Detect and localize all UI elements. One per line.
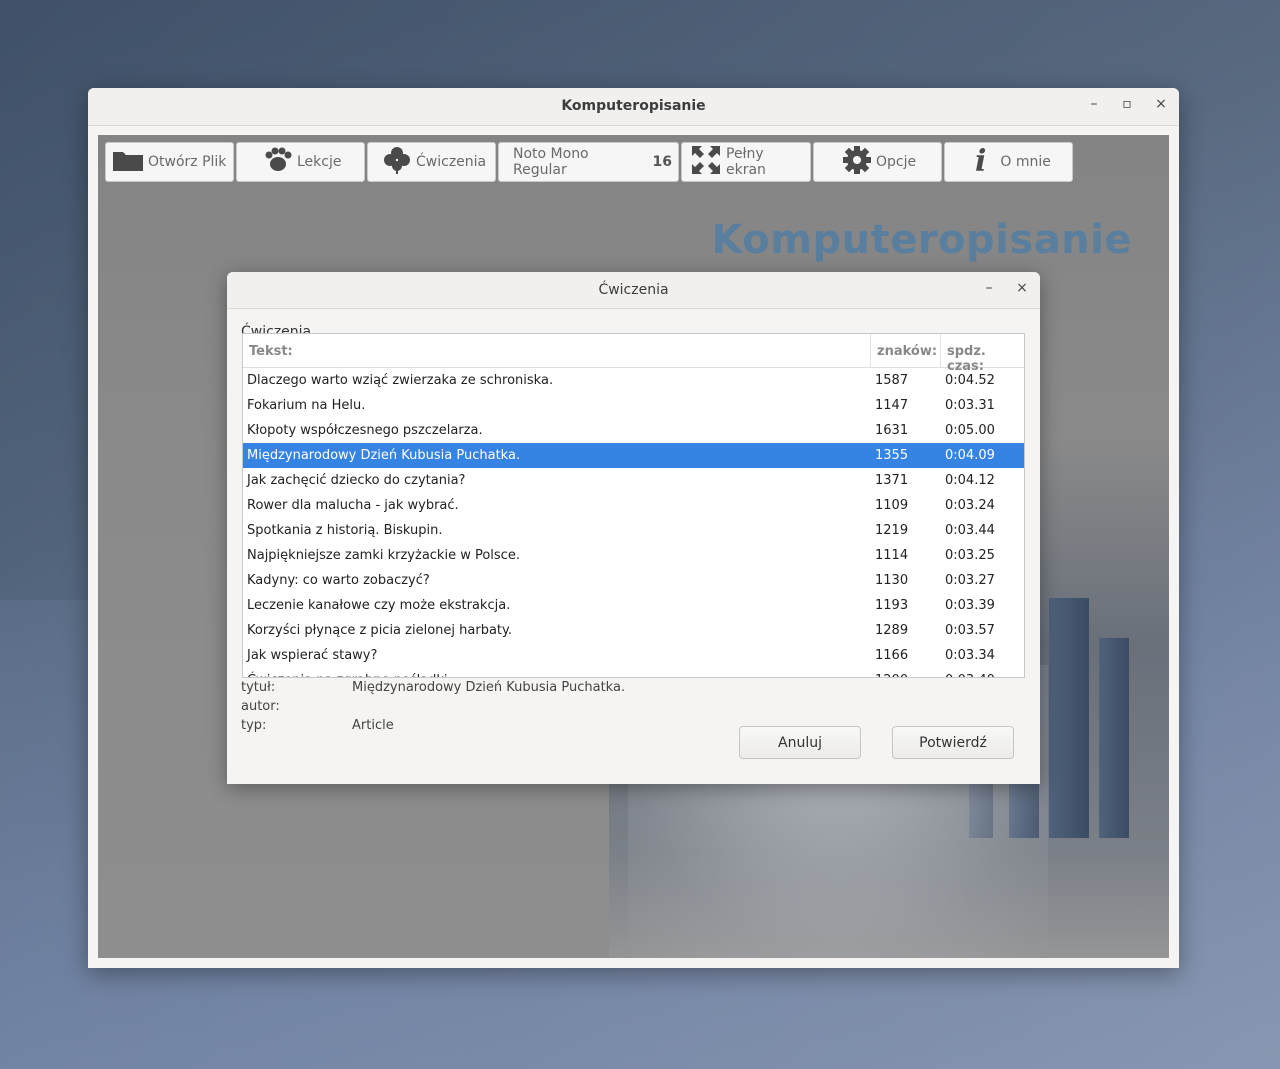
table-header: Tekst: znaków: spdz. czas:	[243, 334, 1024, 374]
table-row[interactable]: Fokarium na Helu. 1147 0:03.31	[243, 393, 1024, 418]
clover-icon	[382, 145, 412, 180]
column-header-chars[interactable]: znaków:	[877, 344, 937, 359]
confirm-button[interactable]: Potwierdź	[892, 726, 1014, 759]
row-chars: 1355	[875, 448, 909, 463]
row-time: 0:04.09	[945, 448, 995, 463]
meta-type-value: Article	[352, 718, 394, 733]
open-file-label: Otwórz Plik	[148, 154, 227, 170]
table-row[interactable]: Korzyści płynące z picia zielonej harbat…	[243, 618, 1024, 643]
table-row[interactable]: Rower dla malucha - jak wybrać. 1109 0:03.…	[243, 493, 1024, 518]
row-chars: 1289	[875, 623, 909, 638]
font-name-label: Noto Mono Regular	[513, 146, 589, 178]
dialog-close-button[interactable]: ×	[1012, 280, 1032, 296]
row-text: Rower dla malucha - jak wybrać.	[247, 498, 459, 513]
row-chars: 1109	[875, 498, 909, 513]
row-text: Kadyny: co warto zobaczyć?	[247, 573, 430, 588]
close-button[interactable]: ×	[1151, 96, 1171, 112]
gear-icon	[842, 145, 872, 180]
table-row[interactable]: Leczenie kanałowe czy może ekstrakcja. 11…	[243, 593, 1024, 618]
about-label: O mnie	[1000, 154, 1051, 170]
row-text: Dlaczego warto wziąć zwierzaka ze schron…	[247, 373, 554, 388]
font-size-label: 16	[652, 154, 672, 170]
dialog-title: Ćwiczenia	[598, 282, 669, 298]
row-chars: 1193	[875, 598, 909, 613]
row-text: Korzyści płynące z picia zielonej harbat…	[247, 623, 512, 638]
table-row[interactable]: Jak wspierać stawy? 1166 0:03.34	[243, 643, 1024, 668]
meta-title-value: Międzynarodowy Dzień Kubusia Puchatka.	[352, 680, 626, 695]
about-button[interactable]: i O mnie	[944, 142, 1073, 182]
row-chars: 1219	[875, 523, 909, 538]
row-time: 0:03.40	[945, 673, 995, 677]
dialog-minimize-button[interactable]: –	[979, 280, 999, 296]
maximize-button[interactable]: ▫	[1117, 96, 1137, 112]
cancel-button[interactable]: Anuluj	[739, 726, 861, 759]
row-text: Fokarium na Helu.	[247, 398, 366, 413]
fullscreen-button[interactable]: Pełny ekran	[681, 142, 811, 182]
row-text: Ćwiczenia na zgrabne pośladki.	[247, 673, 452, 677]
brand-title: Komputeropisanie	[711, 217, 1132, 263]
row-chars: 1166	[875, 648, 909, 663]
options-label: Opcje	[876, 154, 917, 170]
lessons-label: Lekcje	[297, 154, 342, 170]
meta-author-label: autor:	[241, 699, 280, 714]
row-chars: 1631	[875, 423, 909, 438]
folder-icon	[112, 148, 144, 177]
window-title: Komputeropisanie	[561, 98, 706, 114]
table-row[interactable]: Najpiękniejsze zamki krzyżackie w Polsce…	[243, 543, 1024, 568]
dialog-titlebar[interactable]: Ćwiczenia – ×	[227, 272, 1040, 309]
exercises-dialog: Ćwiczenia – × Ćwiczenia Tekst: znaków: s…	[227, 272, 1040, 784]
row-time: 0:03.39	[945, 598, 995, 613]
table-row[interactable]: Ćwiczenia na zgrabne pośladki. 1200 0:03.4…	[243, 668, 1024, 677]
info-icon: i	[975, 144, 987, 179]
expand-icon	[690, 144, 722, 181]
table-row[interactable]: Kłopoty współczesnego pszczelarza. 1631 0:…	[243, 418, 1024, 443]
exercises-button[interactable]: Ćwiczenia	[367, 142, 496, 182]
exercises-label: Ćwiczenia	[416, 154, 487, 170]
row-text: Leczenie kanałowe czy może ekstrakcja.	[247, 598, 511, 613]
paw-icon	[261, 147, 293, 178]
row-time: 0:04.12	[945, 473, 995, 488]
row-chars: 1587	[875, 373, 909, 388]
lessons-button[interactable]: Lekcje	[236, 142, 365, 182]
row-time: 0:03.27	[945, 573, 995, 588]
row-chars: 1130	[875, 573, 909, 588]
row-text: Jak wspierać stawy?	[247, 648, 378, 663]
row-chars: 1200	[875, 673, 908, 677]
row-time: 0:03.24	[945, 498, 995, 513]
row-time: 0:03.31	[945, 398, 995, 413]
row-chars: 1114	[875, 548, 909, 563]
table-row[interactable]: Międzynarodowy Dzień Kubusia Puchatka. 13…	[243, 443, 1024, 468]
row-chars: 1371	[875, 473, 909, 488]
row-text: Międzynarodowy Dzień Kubusia Puchatka.	[247, 448, 521, 463]
row-time: 0:04.52	[945, 373, 995, 388]
options-button[interactable]: Opcje	[813, 142, 942, 182]
row-time: 0:03.57	[945, 623, 995, 638]
table-row[interactable]: Dlaczego warto wziąć zwierzaka ze schron…	[243, 368, 1024, 393]
fullscreen-label: Pełny ekran	[726, 146, 766, 178]
row-text: Najpiękniejsze zamki krzyżackie w Polsce…	[247, 548, 520, 563]
exercises-table[interactable]: Tekst: znaków: spdz. czas: Dlaczego wart…	[242, 333, 1025, 678]
table-row[interactable]: Kadyny: co warto zobaczyć? 1130 0:03.27	[243, 568, 1024, 593]
row-text: Kłopoty współczesnego pszczelarza.	[247, 423, 483, 438]
table-row[interactable]: Jak zachęcić dziecko do czytania? 1371 0:0…	[243, 468, 1024, 493]
row-text: Spotkania z historią. Biskupin.	[247, 523, 443, 538]
table-row[interactable]: Spotkania z historią. Biskupin. 1219 0:03.…	[243, 518, 1024, 543]
row-time: 0:03.44	[945, 523, 995, 538]
minimize-button[interactable]: –	[1084, 96, 1104, 112]
row-text: Jak zachęcić dziecko do czytania?	[247, 473, 466, 488]
column-header-text[interactable]: Tekst:	[249, 344, 293, 359]
meta-title-label: tytuł:	[241, 680, 276, 695]
font-selector-button[interactable]: Noto Mono Regular 16	[498, 142, 679, 182]
row-time: 0:05.00	[945, 423, 995, 438]
window-titlebar[interactable]: Komputeropisanie – ▫ ×	[88, 88, 1179, 126]
meta-type-label: typ:	[241, 718, 267, 733]
row-time: 0:03.25	[945, 548, 995, 563]
row-chars: 1147	[875, 398, 909, 413]
row-time: 0:03.34	[945, 648, 995, 663]
open-file-button[interactable]: Otwórz Plik	[105, 142, 234, 182]
